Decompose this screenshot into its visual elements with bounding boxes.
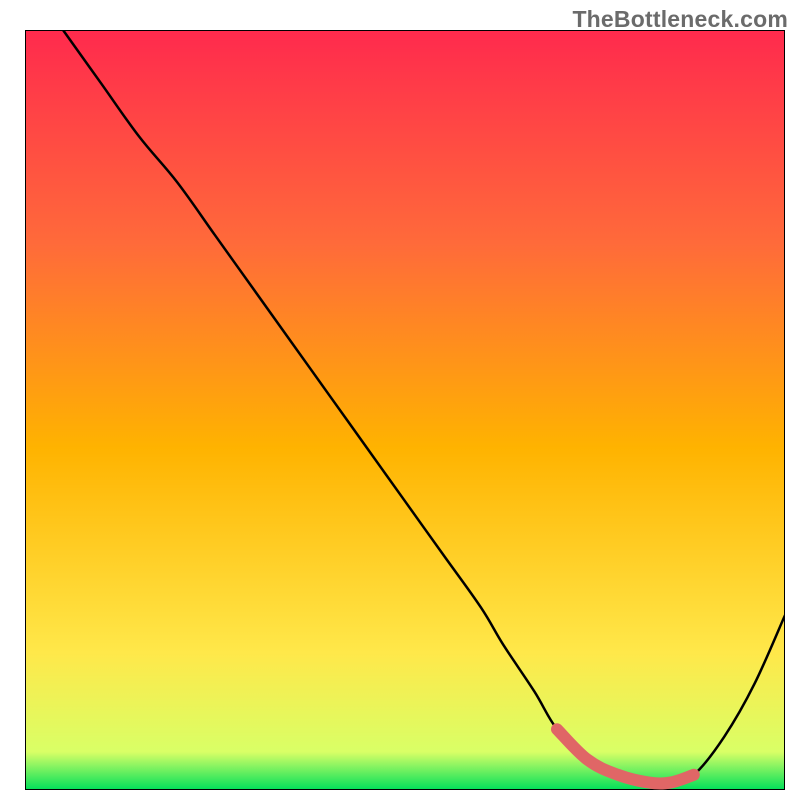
watermark-text: TheBottleneck.com (572, 6, 788, 33)
chart-svg (25, 30, 785, 790)
bottleneck-chart (25, 30, 785, 790)
chart-stage: TheBottleneck.com (0, 0, 800, 800)
gradient-fill (25, 30, 785, 790)
